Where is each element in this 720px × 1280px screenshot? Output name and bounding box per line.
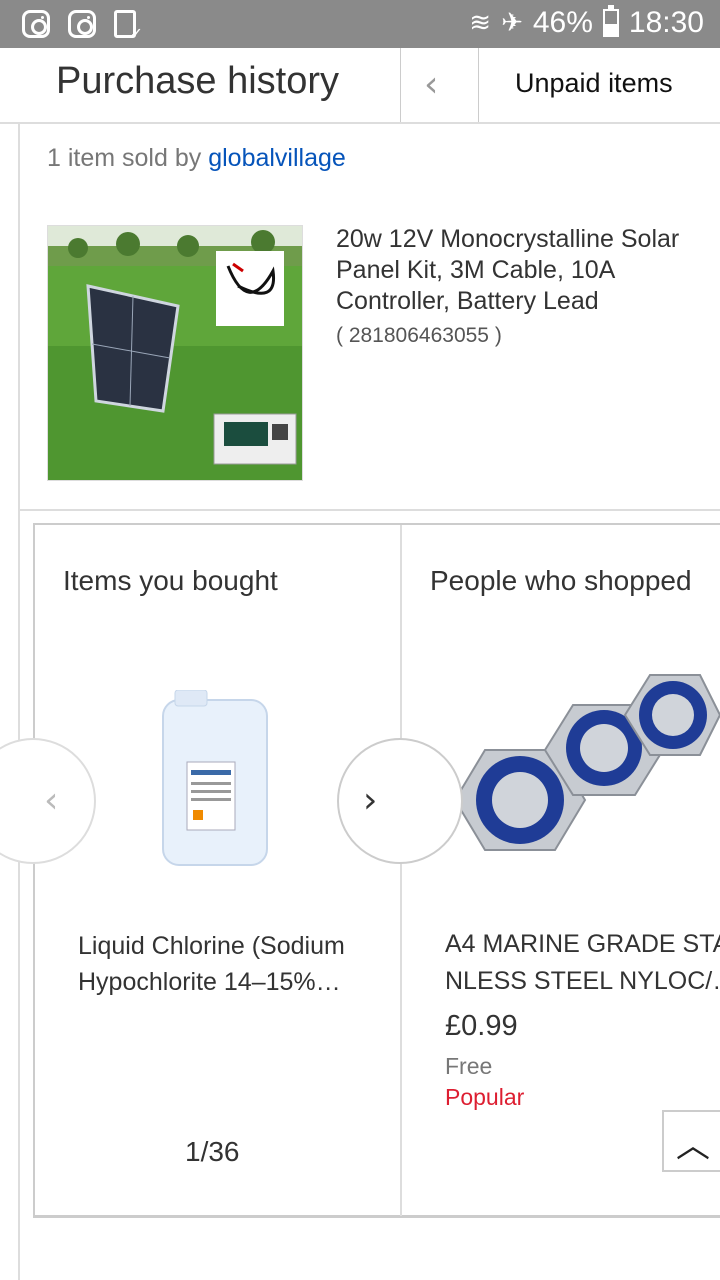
battery-percent: 46% [532, 6, 593, 39]
seller-link[interactable]: globalvillage [208, 144, 346, 172]
carousel-counter: 1/36 [185, 1136, 240, 1167]
battery-icon [602, 5, 619, 37]
status-bar: ≋ ✈ 46% 18:30 [0, 0, 720, 48]
popular-badge: Popular [445, 1084, 525, 1110]
order-card-border [18, 124, 20, 1280]
nyloc-item-title-line1[interactable]: A4 MARINE GRADE STAI [445, 926, 720, 962]
sold-by-prefix: 1 item sold by [47, 144, 202, 172]
chlorine-item-title[interactable]: Liquid Chlorine (Sodium Hypochlorite 14–… [78, 928, 378, 1000]
chevron-up-icon: ︿ [676, 1126, 710, 1166]
nyloc-item-title-line2[interactable]: NLESS STEEL NYLOC/… [445, 963, 720, 999]
product-item-id: ( 281806463055 ) [336, 324, 502, 347]
instagram-icon [68, 10, 96, 38]
chevron-right-icon: › [363, 780, 378, 821]
chevron-left-icon[interactable]: ‹ [424, 64, 438, 105]
tab-bar: Purchase history ‹ Unpaid items [0, 48, 720, 124]
tab-divider [400, 48, 401, 122]
download-done-icon [114, 10, 143, 43]
product-title[interactable]: 20w 12V Monocrystalline Solar Panel Kit,… [336, 224, 696, 317]
carousel-bottom-border [33, 1216, 720, 1218]
items-you-bought-heading: Items you bought [63, 565, 278, 596]
sold-by-line: 1 item sold by globalvillage [47, 144, 346, 173]
instagram-icon [22, 10, 50, 38]
clock: 18:30 [628, 6, 704, 39]
tab-divider [478, 48, 479, 122]
product-image[interactable] [47, 225, 303, 481]
item-price: £0.99 [445, 1010, 518, 1042]
tab-unpaid-items[interactable]: Unpaid items [515, 68, 673, 99]
column-divider [400, 525, 402, 1217]
wifi-icon: ≋ [469, 8, 492, 38]
divider [18, 509, 720, 511]
tab-purchase-history[interactable]: Purchase history [56, 60, 339, 103]
scroll-to-top-button[interactable]: ︿ [662, 1110, 720, 1172]
chlorine-product-image[interactable] [155, 689, 275, 870]
airplane-icon: ✈ [501, 8, 523, 38]
people-who-shopped-heading: People who shopped [430, 565, 692, 596]
item-shipping: Free [445, 1053, 493, 1079]
nyloc-nuts-product-image[interactable] [445, 640, 720, 900]
carousel-next-button[interactable]: › [337, 738, 463, 864]
chevron-left-icon: ‹ [44, 780, 59, 821]
